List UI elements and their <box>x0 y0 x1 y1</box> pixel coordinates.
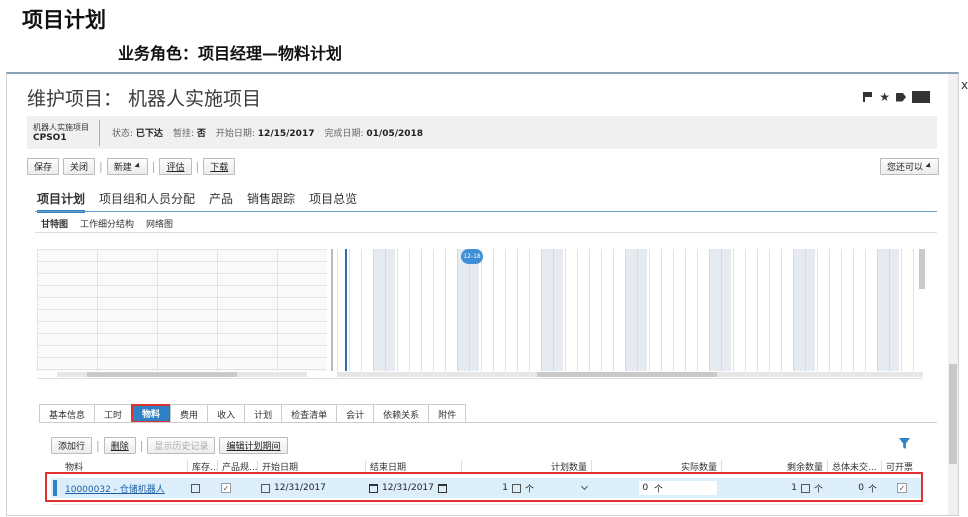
start-date-value: 12/15/2017 <box>257 129 315 139</box>
toolbar-separator: | <box>99 159 103 173</box>
tabs-divider <box>35 211 937 212</box>
project-name: 机器人实施项目 <box>33 123 89 132</box>
gantt-chart: 12-18 <box>37 249 925 379</box>
project-status-items: 状态: 已下达 暂挂: 否 开始日期: 12/15/2017 完成日期: 01/… <box>100 126 423 139</box>
project-info-bar: 机器人实施项目 CPSO1 状态: 已下达 暂挂: 否 开始日期: 12/15/… <box>27 116 937 149</box>
detail-tabs: 基本信息 工时 物料 费用 收入 计划 检查清单 会计 依赖关系 附件 <box>39 404 467 423</box>
gantt-grid-scrollbar[interactable] <box>57 372 307 377</box>
close-icon[interactable]: x <box>961 78 968 92</box>
save-button[interactable]: 保存 <box>27 157 60 175</box>
materials-toolbar: 添加行 | 删除 | 显示历史记录 编辑计划期间 <box>51 437 288 454</box>
weekend-shade <box>793 249 815 371</box>
project-identity: 机器人实施项目 CPSO1 <box>27 119 100 146</box>
view-tabs: 甘特图 工作细分结构 网络图 <box>41 217 173 230</box>
finish-date-label: 完成日期: <box>324 129 364 139</box>
gantt-task-grid[interactable] <box>37 249 327 371</box>
gantt-splitter[interactable] <box>331 249 333 371</box>
gantt-vertical-scrollbar[interactable] <box>919 249 925 289</box>
evaluate-button-label: 评估 <box>166 162 185 173</box>
weekend-shade <box>541 249 563 371</box>
detail-tabs-divider <box>39 422 937 423</box>
toolbar-separator: | <box>151 159 156 173</box>
new-button[interactable]: 新建 <box>106 157 148 175</box>
tab-work-hours[interactable]: 工时 <box>94 404 133 423</box>
filter-icon[interactable] <box>899 438 910 449</box>
more-actions-label: 您还可以 <box>886 162 923 173</box>
gantt-timeline[interactable] <box>337 249 923 371</box>
tab-project-plan[interactable]: 项目计划 <box>37 190 86 213</box>
tab-network-graph[interactable]: 网络图 <box>146 217 173 230</box>
app-window: 维护项目： 机器人实施项目 ★ 机器人实施项目 CPSO1 状态: 已下达 暂挂… <box>6 72 959 516</box>
page-title: 维护项目： 机器人实施项目 <box>27 88 262 110</box>
weekend-shade <box>709 249 731 371</box>
status-label: 状态: <box>112 129 134 139</box>
add-row-button[interactable]: 添加行 <box>51 437 93 454</box>
tag-icon[interactable] <box>896 92 906 102</box>
toolbar-separator: | <box>96 439 100 452</box>
tab-products[interactable]: 产品 <box>209 190 233 213</box>
scrollbar-thumb[interactable] <box>949 364 957 464</box>
pause-value: 否 <box>196 129 206 139</box>
show-history-button[interactable]: 显示历史记录 <box>147 437 216 454</box>
gantt-timeline-scrollbar[interactable] <box>337 372 923 377</box>
date-marker[interactable]: 12-18 <box>461 249 483 264</box>
tab-work-breakdown[interactable]: 工作细分结构 <box>80 217 134 230</box>
tab-gantt-chart[interactable]: 甘特图 <box>41 217 68 230</box>
status-item: 状态: 已下达 <box>112 126 163 139</box>
tab-plan[interactable]: 计划 <box>244 404 283 423</box>
edit-plan-period-button[interactable]: 编辑计划期间 <box>219 437 288 454</box>
slide-title: 项目计划 <box>22 8 106 32</box>
edit-plan-period-label: 编辑计划期间 <box>226 442 281 452</box>
start-date-item: 开始日期: 12/15/2017 <box>216 126 315 139</box>
star-icon[interactable]: ★ <box>879 90 890 104</box>
tab-materials[interactable]: 物料 <box>131 404 172 423</box>
weekend-shade <box>457 249 479 371</box>
evaluate-button[interactable]: 评估 <box>159 157 192 175</box>
weekend-shade <box>625 249 647 371</box>
main-toolbar: 保存 关闭 | 新建 | 评估 | 下载 您还可以 <box>27 157 939 175</box>
tab-revenue[interactable]: 收入 <box>207 404 246 423</box>
tab-dependencies[interactable]: 依赖关系 <box>373 404 430 423</box>
tab-attachments[interactable]: 附件 <box>428 404 467 423</box>
today-marker <box>345 249 347 371</box>
delete-button[interactable]: 删除 <box>103 437 136 454</box>
download-button[interactable]: 下载 <box>203 157 236 175</box>
tab-checklist[interactable]: 检查清单 <box>281 404 338 423</box>
tab-accounting[interactable]: 会计 <box>336 404 375 423</box>
tab-team-staffing[interactable]: 项目组和人员分配 <box>99 190 195 213</box>
tab-project-overview[interactable]: 项目总览 <box>309 190 357 213</box>
main-tabs: 项目计划 项目组和人员分配 产品 销售跟踪 项目总览 <box>37 190 357 213</box>
status-value: 已下达 <box>135 129 163 139</box>
header-actions: ★ <box>863 90 930 104</box>
export-icon[interactable] <box>912 91 930 103</box>
more-actions-button[interactable]: 您还可以 <box>879 157 939 175</box>
page-scrollbar[interactable] <box>948 74 958 515</box>
delete-button-label: 删除 <box>110 442 129 452</box>
tab-basic-info[interactable]: 基本信息 <box>39 404 96 423</box>
pause-label: 暂挂: <box>172 129 194 139</box>
finish-date-value: 01/05/2018 <box>366 129 424 139</box>
table-row <box>51 504 923 515</box>
slide-subtitle: 业务角色：项目经理—物料计划 <box>118 44 343 63</box>
finish-date-item: 完成日期: 01/05/2018 <box>324 126 423 139</box>
start-date-label: 开始日期: <box>215 129 255 139</box>
view-tabs-divider <box>35 232 937 233</box>
tab-sales-tracking[interactable]: 销售跟踪 <box>247 190 295 213</box>
weekend-shade <box>373 249 395 371</box>
dropdown-caret-icon <box>925 162 933 170</box>
flag-icon[interactable] <box>863 92 873 102</box>
close-button[interactable]: 关闭 <box>63 157 96 175</box>
tab-expenses[interactable]: 费用 <box>170 404 209 423</box>
toolbar-separator: | <box>195 159 200 173</box>
row-highlight-box <box>45 472 923 502</box>
toolbar-separator: | <box>139 439 144 452</box>
dropdown-caret-icon <box>134 162 142 170</box>
new-button-label: 新建 <box>113 162 132 173</box>
pause-item: 暂挂: 否 <box>173 126 206 139</box>
project-code: CPSO1 <box>33 133 67 143</box>
download-button-label: 下载 <box>210 162 229 173</box>
weekend-shade <box>877 249 899 371</box>
